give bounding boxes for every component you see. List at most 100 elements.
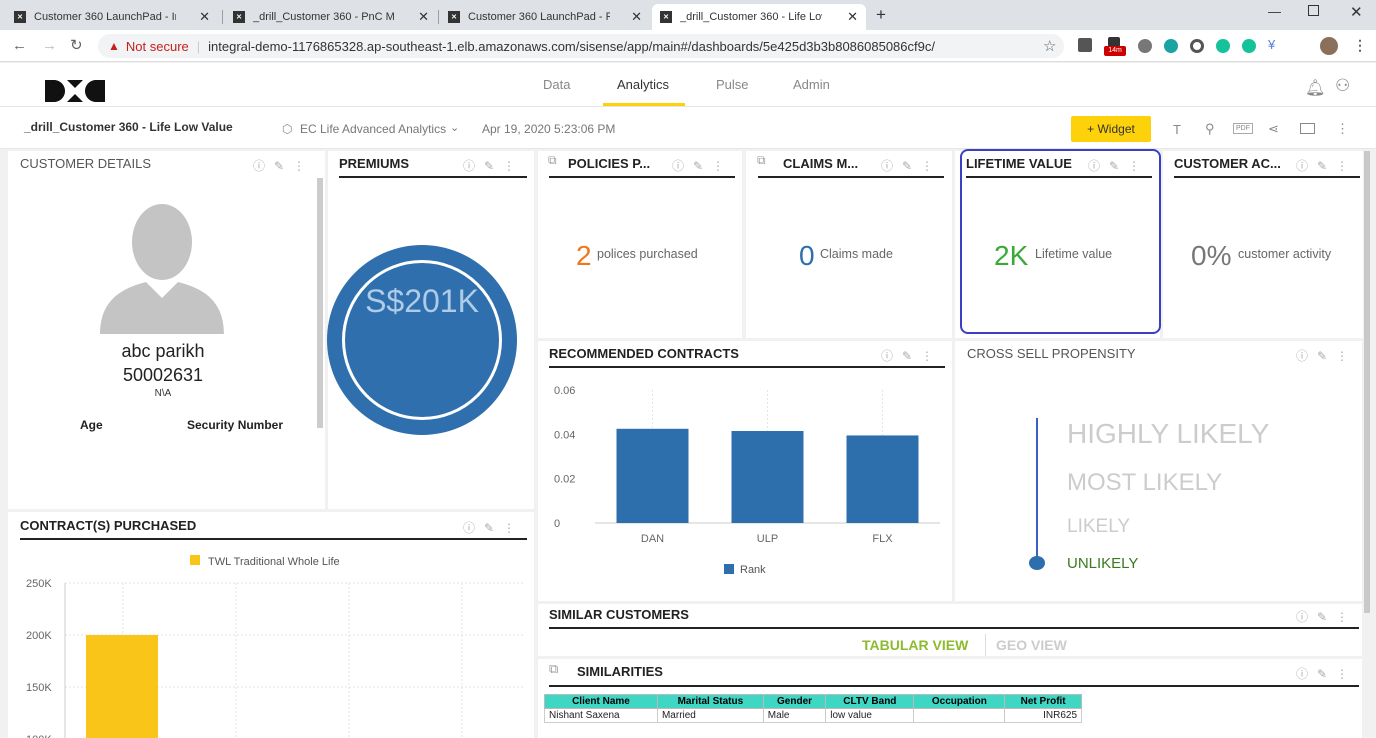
- premiums-indicator: S$201K: [327, 245, 517, 435]
- browser-tab-active[interactable]: ✕ _drill_Customer 360 - Life Low Va ✕: [652, 4, 866, 30]
- claims-panel: [746, 151, 952, 338]
- eyedropper-ext-icon[interactable]: [1078, 38, 1092, 52]
- bookmark-star-icon[interactable]: ☆: [1043, 37, 1056, 55]
- dashboard-timestamp: Apr 19, 2020 5:23:06 PM: [482, 122, 616, 136]
- app-header: [0, 63, 1376, 107]
- close-tab-icon[interactable]: ✕: [418, 9, 429, 25]
- cross-sell-title: CROSS SELL PROPENSITY: [967, 346, 1136, 361]
- dashboard-menu-icon[interactable]: ⋮: [1336, 121, 1349, 137]
- customer-details-title: CUSTOMER DETAILS: [20, 156, 151, 171]
- circle-ext-icon[interactable]: [1190, 39, 1204, 53]
- browser-menu-icon[interactable]: ⋮: [1353, 37, 1367, 54]
- back-icon[interactable]: ←: [12, 37, 27, 54]
- url-bar[interactable]: ▲ Not secure | integral-demo-1176865328.…: [98, 34, 1064, 58]
- share-icon[interactable]: ⋖: [1268, 121, 1279, 137]
- close-tab-icon[interactable]: ✕: [199, 9, 210, 25]
- title-underline: [549, 627, 1359, 629]
- level-most-likely: MOST LIKELY: [1067, 469, 1223, 496]
- widget-toolbar-icons[interactable]: ⓘ✎⋮: [1296, 157, 1357, 174]
- nav-admin[interactable]: Admin: [793, 77, 830, 92]
- widget-toolbar-icons[interactable]: ⓘ✎⋮: [881, 347, 942, 364]
- title-underline: [549, 685, 1359, 687]
- presentation-icon[interactable]: [1300, 123, 1315, 134]
- widget-toolbar-icons[interactable]: ⓘ✎⋮: [672, 157, 733, 174]
- widget-toolbar-icons[interactable]: ⓘ✎⋮: [463, 519, 524, 536]
- profile-avatar-icon[interactable]: [1320, 37, 1338, 55]
- age-label: Age: [80, 418, 103, 432]
- dxc-logo[interactable]: [45, 80, 105, 102]
- bell-icon[interactable]: 🔔︎: [1305, 78, 1325, 98]
- tab-divider: [985, 634, 986, 656]
- widget-toolbar-icons[interactable]: ⓘ✎⋮: [253, 157, 314, 174]
- minimize-icon[interactable]: —: [1268, 4, 1281, 19]
- premiums-value: S$201K: [365, 283, 479, 319]
- close-tab-icon[interactable]: ✕: [631, 9, 642, 25]
- dxc-favicon-icon: ✕: [233, 11, 245, 23]
- similar-customers-title: SIMILAR CUSTOMERS: [549, 607, 689, 622]
- propensity-marker: [1029, 556, 1045, 570]
- policies-label: polices purchased: [597, 247, 698, 261]
- recycle-ext-icon[interactable]: [1138, 39, 1152, 53]
- browser-tab-bar: ✕ Customer 360 LaunchPad - Integ ✕ ✕ _drill…: [0, 0, 1376, 30]
- y-tick-label: 0.02: [554, 474, 575, 486]
- column-header[interactable]: Client Name: [544, 694, 658, 709]
- text-tool-icon[interactable]: T: [1173, 122, 1181, 137]
- scrollbar[interactable]: [1364, 151, 1370, 613]
- window-close-icon[interactable]: ✕: [1350, 3, 1363, 21]
- customer-name: abc parikh: [121, 341, 205, 361]
- pdf-export-icon[interactable]: PDF: [1233, 123, 1253, 134]
- timer-ext-icon[interactable]: 14m: [1104, 37, 1126, 56]
- ext-badge: 14m: [1104, 46, 1126, 56]
- user-icon[interactable]: ⚇: [1335, 76, 1350, 96]
- column-header[interactable]: Gender: [762, 694, 827, 709]
- nav-data[interactable]: Data: [543, 77, 570, 92]
- policies-panel: [538, 151, 742, 338]
- grammarly-ext-icon[interactable]: [1216, 39, 1230, 53]
- customer-activity-title: CUSTOMER AC...: [1174, 156, 1281, 171]
- column-header[interactable]: Marital Status: [656, 694, 764, 709]
- tab-geo-view[interactable]: GEO VIEW: [996, 637, 1067, 653]
- column-header[interactable]: CLTV Band: [825, 694, 915, 709]
- browser-tab[interactable]: ✕ Customer 360 LaunchPad - PnC - ✕: [440, 4, 650, 30]
- title-underline: [20, 538, 527, 540]
- widget-toolbar-icons[interactable]: ⓘ✎⋮: [463, 157, 524, 174]
- table-row[interactable]: Nishant Saxena Married Male low value IN…: [544, 708, 1082, 723]
- widget-toolbar-icons[interactable]: ⓘ✎⋮: [1296, 347, 1357, 364]
- tab-tabular-view[interactable]: TABULAR VIEW: [862, 637, 968, 653]
- datasource-selector[interactable]: EC Life Advanced Analytics: [300, 122, 446, 136]
- pocket-ext-icon[interactable]: ¥: [1268, 37, 1275, 52]
- widget-toolbar-icons[interactable]: ⓘ✎⋮: [1296, 665, 1357, 682]
- drill-icon: ⧉: [548, 153, 557, 167]
- forward-icon[interactable]: →: [42, 37, 57, 54]
- browser-tab[interactable]: ✕ Customer 360 LaunchPad - Integ ✕: [6, 4, 218, 30]
- person-silhouette-icon: [100, 204, 224, 334]
- reload-icon[interactable]: ↻: [70, 36, 83, 54]
- nav-pulse[interactable]: Pulse: [716, 77, 749, 92]
- grammarly-ext-icon-2[interactable]: [1242, 39, 1256, 53]
- column-header[interactable]: Occupation: [913, 694, 1006, 709]
- maximize-icon[interactable]: [1308, 5, 1319, 16]
- tab-title: Customer 360 LaunchPad - PnC -: [468, 11, 610, 23]
- widget-toolbar-icons[interactable]: ⓘ✎⋮: [881, 157, 942, 174]
- browser-tab[interactable]: ✕ _drill_Customer 360 - PnC Mediu ✕: [225, 4, 437, 30]
- contracts-purchased-title: CONTRACT(S) PURCHASED: [20, 518, 197, 533]
- legend-swatch: [190, 555, 200, 565]
- nav-analytics[interactable]: Analytics: [617, 77, 669, 92]
- cube-icon: ⬡: [282, 122, 293, 136]
- avatar: [100, 202, 224, 334]
- teal-ext-icon[interactable]: [1164, 39, 1178, 53]
- chevron-down-icon[interactable]: ⌄: [450, 121, 459, 134]
- new-tab-icon[interactable]: +: [876, 5, 886, 25]
- tab-title: _drill_Customer 360 - Life Low Va: [680, 11, 822, 23]
- customer-activity-label: customer activity: [1238, 247, 1332, 261]
- filter-icon[interactable]: ⚲: [1205, 121, 1215, 137]
- x-tick-label: DAN: [641, 533, 664, 545]
- close-tab-icon[interactable]: ✕: [847, 9, 858, 25]
- add-widget-button[interactable]: + Widget: [1071, 116, 1151, 142]
- column-header[interactable]: Net Profit: [1004, 694, 1082, 709]
- y-tick-label: 200K: [26, 630, 52, 642]
- url-separator: |: [196, 38, 201, 54]
- table-cell: INR625: [1004, 708, 1082, 723]
- similarities-table: Client Name Marital Status Gender CLTV B…: [544, 694, 1082, 723]
- widget-toolbar-icons[interactable]: ⓘ✎⋮: [1296, 608, 1357, 625]
